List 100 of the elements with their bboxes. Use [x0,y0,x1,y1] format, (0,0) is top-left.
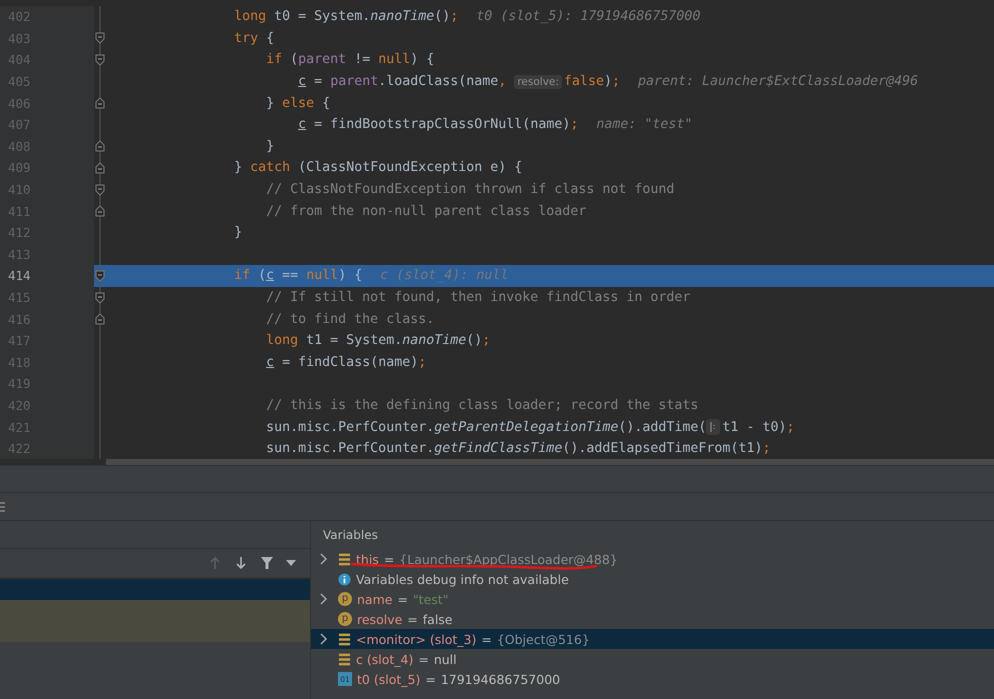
keyword-text: ; [570,117,578,132]
keyword-text: ; [418,354,426,370]
debug-value-hint: name: "test" [596,117,692,132]
keyword-text: ; [612,74,620,90]
keyword-text: try [234,30,258,46]
code-text: != [354,52,372,68]
variable-name: t0 (slot_5) [357,672,420,687]
keyword-text: ; [450,9,458,24]
variable-value: false [422,612,453,627]
parameter-icon: p [338,592,352,606]
equals-sign: = [418,652,429,667]
keyword-text: long [266,333,298,348]
fold-icon[interactable] [95,97,105,110]
keyword-text: if [234,268,250,284]
keyword-text: catch [250,160,290,176]
code-text: .loadClass(name [378,74,498,90]
variable-name: resolve [357,612,402,627]
fold-icon[interactable] [95,184,105,196]
equals-sign: = [407,612,418,627]
code-text: } [234,225,242,240]
field-text: parent [330,74,378,90]
fold-icon[interactable] [95,140,105,152]
code-text: t1 - t0) [722,420,786,435]
fold-icon[interactable] [95,162,105,174]
dropdown-caret-icon[interactable] [286,560,296,566]
code-text: = findClass(name) [282,354,418,370]
method-text: nanoTime [370,9,434,24]
info-icon [338,572,351,586]
code-text: () [434,9,450,24]
code-text: = [314,74,324,90]
method-text: nanoTime [402,333,466,348]
line-number: 414 [7,268,31,284]
horizontal-scrollbar[interactable] [106,459,994,466]
variable-value: 179194686757000 [440,672,560,687]
code-text: { [322,96,330,111]
stack-icon [338,552,351,566]
code-text: ( [258,268,266,284]
code-text: t0 = System. [274,9,370,24]
code-text: sun.misc.PerfCounter. [266,420,434,435]
keyword-text: long [234,9,266,24]
parameter-icon: p [338,612,352,626]
keyword-text: ; [482,333,490,348]
down-arrow-icon[interactable] [234,556,248,570]
fold-icon[interactable] [95,205,105,218]
comment-text: // ClassNotFoundException thrown if class not found [266,182,674,198]
debug-value-hint: c (slot_4): null [380,268,508,284]
method-text: getParentDelegationTime [434,420,618,435]
filter-icon[interactable] [260,556,274,570]
stack-icon [338,652,351,666]
equals-sign: = [425,672,436,687]
menu-icon[interactable] [0,502,6,512]
stack-icon [338,632,351,646]
fold-icon[interactable] [95,292,105,304]
code-text: ) { [410,52,434,68]
variable-value: {Object@516} [496,632,590,647]
variable-text: c [266,354,274,370]
code-text: () [466,333,482,348]
variable-text: c [298,117,306,132]
variable-name: name [357,592,392,607]
equals-sign: = [397,592,408,607]
keyword-text: null [306,268,338,284]
keyword-text: if [266,52,282,68]
comment-text: // to find the class. [266,312,434,327]
equals-sign: = [481,632,492,647]
code-text: = findBootstrapClassOrNull(name) [314,117,570,132]
keyword-text: ; [762,441,770,456]
keyword-text: null [378,52,410,68]
code-text: ) { [338,268,362,284]
variable-name: c (slot_4) [356,652,414,667]
variable-value: {Launcher$AppClassLoader@488} [399,552,618,567]
expand-chevron-icon[interactable] [319,553,327,566]
panel-title: Variables [323,528,378,542]
code-text: } [266,138,274,154]
code-text: ) [604,74,612,90]
debug-value-hint: t0 (slot_5): 179194686757000 [476,9,700,24]
expand-chevron-icon[interactable] [319,633,327,646]
fold-icon[interactable] [95,313,105,326]
variable-value: "test" [412,592,448,607]
code-text: { [266,30,274,46]
keyword-text: ; [786,420,794,435]
code-text: t1 = System. [306,333,402,348]
parameter-hint: resolve: [514,74,562,89]
variable-text: c [298,74,306,90]
fold-icon[interactable] [95,54,105,66]
fold-icon[interactable] [95,32,105,44]
variable-value: null [434,652,457,667]
expand-chevron-icon[interactable] [319,593,327,606]
comment-text: // this is the defining class loader; record the stats [266,398,698,413]
method-text: getFindClassTime [434,441,562,456]
code-text: sun.misc.PerfCounter. [266,441,434,456]
parameter-hint-icon[interactable] [706,419,720,436]
keyword-text: false [564,74,604,90]
info-message: Variables debug info not available [356,572,569,587]
code-text: } [234,160,244,176]
equals-sign: = [384,552,394,567]
code-text: } [266,96,276,111]
debug-value-hint: parent: Launcher$ExtClassLoader@496 [638,74,918,90]
code-text: ().addElapsedTimeFrom(t1) [562,441,762,456]
fold-icon[interactable] [95,270,105,282]
code-text: (ClassNotFoundException e) { [298,160,522,176]
